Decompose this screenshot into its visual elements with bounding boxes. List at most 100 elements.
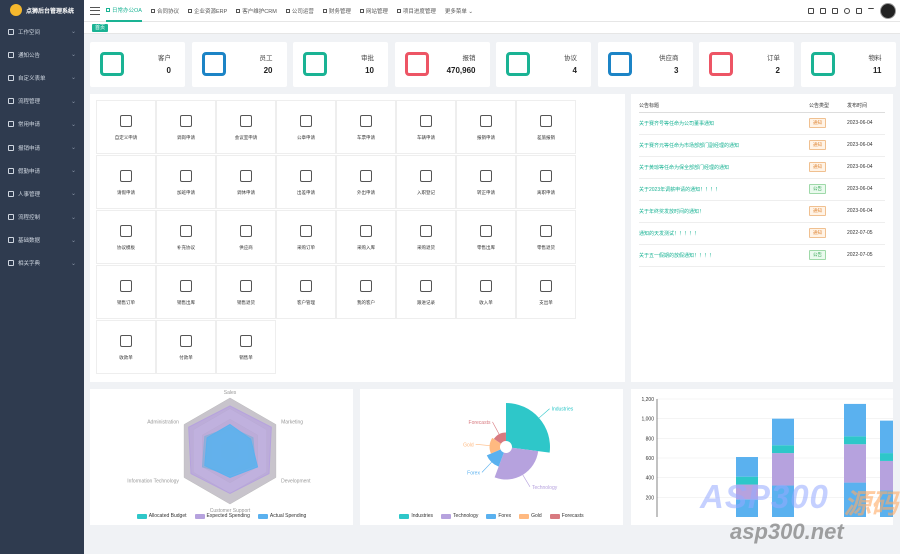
legend-item[interactable]: Forecasts <box>549 513 584 519</box>
avatar[interactable] <box>880 3 896 19</box>
pie-slice[interactable] <box>506 403 550 453</box>
bar[interactable] <box>844 436 866 445</box>
sidebar-item-4[interactable]: 常用申请 ⌄ <box>0 113 84 136</box>
notice-title[interactable]: 关于赛齐元等任命为市场部部门副经理的通知 <box>639 134 809 157</box>
tab-0[interactable]: 日常办公OA <box>106 0 142 22</box>
stat-card[interactable]: 报销 470,960 <box>394 42 490 87</box>
sidebar-item-3[interactable]: 流程管理 ⌄ <box>0 90 84 113</box>
table-row[interactable]: 关于黄琼等任命为保全部部门经理的通知 通知 2023-06-04 <box>639 156 885 179</box>
sidebar-item-2[interactable]: 自定义表单 ⌄ <box>0 66 84 89</box>
sidebar-item-0[interactable]: 工作空间 ⌄ <box>0 20 84 43</box>
table-row[interactable]: 关于五一假期的放假通知！！！！ 公告 2022-07-05 <box>639 244 885 267</box>
notice-title[interactable]: 关于五一假期的放假通知！！！！ <box>639 244 809 267</box>
app-shortcut[interactable]: 收款单 <box>96 320 156 374</box>
tab-4[interactable]: 公司运营 <box>285 0 314 22</box>
sidebar-item-10[interactable]: 相关字典 ⌄ <box>0 252 84 275</box>
bar[interactable] <box>880 453 900 461</box>
legend-item[interactable]: Industries <box>399 513 433 519</box>
legend-item[interactable]: Expected Spending <box>194 513 250 519</box>
document-icon[interactable] <box>820 8 826 14</box>
app-shortcut[interactable]: 入职登记 <box>396 155 456 209</box>
app-shortcut[interactable]: 报销申请 <box>456 100 516 154</box>
app-shortcut[interactable]: 车辆申请 <box>396 100 456 154</box>
app-shortcut[interactable]: 采购订单 <box>276 210 336 264</box>
app-shortcut[interactable]: 销售订单 <box>96 265 156 319</box>
bar[interactable] <box>844 444 866 483</box>
app-shortcut[interactable]: 外出申请 <box>336 155 396 209</box>
stat-card[interactable]: 审批 10 <box>293 42 388 87</box>
bar[interactable] <box>772 445 794 454</box>
bar[interactable] <box>880 420 900 454</box>
sidebar-item-7[interactable]: 人事管理 ⌄ <box>0 182 84 205</box>
fullscreen-icon[interactable] <box>856 8 862 14</box>
app-shortcut[interactable]: 加班申请 <box>156 155 216 209</box>
menu-toggle-icon[interactable] <box>90 6 100 15</box>
app-shortcut[interactable]: 出差申请 <box>276 155 336 209</box>
notice-title[interactable]: 通知的天发测试！！！！！ <box>639 222 809 245</box>
table-row[interactable]: 关于年终奖发放时间的通知！ 通知 2023-06-04 <box>639 200 885 223</box>
search-icon[interactable] <box>844 8 850 14</box>
stat-card[interactable]: 订单 2 <box>699 42 794 87</box>
app-shortcut[interactable]: 客户管理 <box>276 265 336 319</box>
bar[interactable] <box>844 403 866 437</box>
table-row[interactable]: 关于赛齐号等任命为公司董事通知 通知 2023-06-04 <box>639 112 885 135</box>
app-shortcut[interactable]: 调岗申请 <box>156 100 216 154</box>
theme-icon[interactable] <box>868 8 874 14</box>
app-shortcut[interactable]: 协议模板 <box>96 210 156 264</box>
notice-title[interactable]: 关于黄琼等任命为保全部部门经理的通知 <box>639 156 809 179</box>
notice-title[interactable]: 关于赛齐号等任命为公司董事通知 <box>639 112 809 135</box>
stat-card[interactable]: 客户 0 <box>90 42 185 87</box>
app-shortcut[interactable]: 跟进记录 <box>396 265 456 319</box>
table-row[interactable]: 通知的天发测试！！！！！ 通知 2022-07-05 <box>639 222 885 245</box>
app-shortcut[interactable]: 转正申请 <box>456 155 516 209</box>
stat-card[interactable]: 员工 20 <box>191 42 287 87</box>
table-row[interactable]: 关于赛齐元等任命为市场部部门副经理的通知 通知 2023-06-04 <box>639 134 885 157</box>
app-shortcut[interactable]: 会议室申请 <box>216 100 276 154</box>
app-shortcut[interactable]: 自定义申请 <box>96 100 156 154</box>
app-shortcut[interactable]: 付款单 <box>156 320 216 374</box>
save-icon[interactable] <box>808 8 814 14</box>
sidebar-item-1[interactable]: 通知公告 ⌄ <box>0 43 84 66</box>
app-shortcut[interactable]: 采购入库 <box>336 210 396 264</box>
tab-5[interactable]: 财务管理 <box>322 0 351 22</box>
stat-card[interactable]: 供应商 3 <box>597 42 693 87</box>
app-shortcut[interactable]: 差旅报销 <box>516 100 576 154</box>
sidebar-item-6[interactable]: 假勤申请 ⌄ <box>0 159 84 182</box>
file-icon[interactable] <box>832 8 838 14</box>
app-shortcut[interactable]: 采购退货 <box>396 210 456 264</box>
sidebar-item-8[interactable]: 流程控制 ⌄ <box>0 206 84 229</box>
notice-title[interactable]: 关于年终奖发放时间的通知！ <box>639 200 809 223</box>
legend-item[interactable]: Gold <box>519 513 542 519</box>
bar[interactable] <box>772 418 794 446</box>
app-shortcut[interactable]: 销售出库 <box>156 265 216 319</box>
stat-card[interactable]: 协议 4 <box>496 42 591 87</box>
bar[interactable] <box>736 457 758 477</box>
legend-item[interactable]: Allocated Budget <box>136 513 187 519</box>
tab-8[interactable]: 更多菜单 ⌄ <box>445 0 473 22</box>
app-shortcut[interactable]: 零售退货 <box>516 210 576 264</box>
tab-1[interactable]: 合同协议 <box>150 0 179 22</box>
stat-card[interactable]: 物料 11 <box>800 42 896 87</box>
sidebar-item-9[interactable]: 基础数据 ⌄ <box>0 229 84 252</box>
legend-item[interactable]: Actual Spending <box>257 513 306 519</box>
app-shortcut[interactable]: 支出单 <box>516 265 576 319</box>
app-shortcut[interactable]: 车票申请 <box>336 100 396 154</box>
legend-item[interactable]: Technology <box>441 513 478 519</box>
tab-7[interactable]: 项目进度管理 <box>396 0 436 22</box>
app-shortcut[interactable]: 请假申请 <box>96 155 156 209</box>
legend-item[interactable]: Forex <box>486 513 511 519</box>
tab-6[interactable]: 网站管理 <box>359 0 388 22</box>
app-shortcut[interactable]: 补充协议 <box>156 210 216 264</box>
tab-3[interactable]: 客户维护CRM <box>236 0 277 22</box>
app-shortcut[interactable]: 公章申请 <box>276 100 336 154</box>
app-shortcut[interactable]: 收入单 <box>456 265 516 319</box>
app-shortcut[interactable]: 销售单 <box>216 320 276 374</box>
notice-title[interactable]: 关于2023年调薪申请的通知！！！！ <box>639 178 809 201</box>
tab-2[interactable]: 企业资源ERP <box>187 0 227 22</box>
sidebar-item-5[interactable]: 报销申请 ⌄ <box>0 136 84 159</box>
table-row[interactable]: 关于2023年调薪申请的通知！！！！ 公告 2023-06-04 <box>639 178 885 201</box>
app-shortcut[interactable]: 零售出库 <box>456 210 516 264</box>
app-shortcut[interactable]: 我的客户 <box>336 265 396 319</box>
app-shortcut[interactable]: 离职申请 <box>516 155 576 209</box>
app-logo[interactable]: 点狮后台管理系统 <box>0 0 84 20</box>
